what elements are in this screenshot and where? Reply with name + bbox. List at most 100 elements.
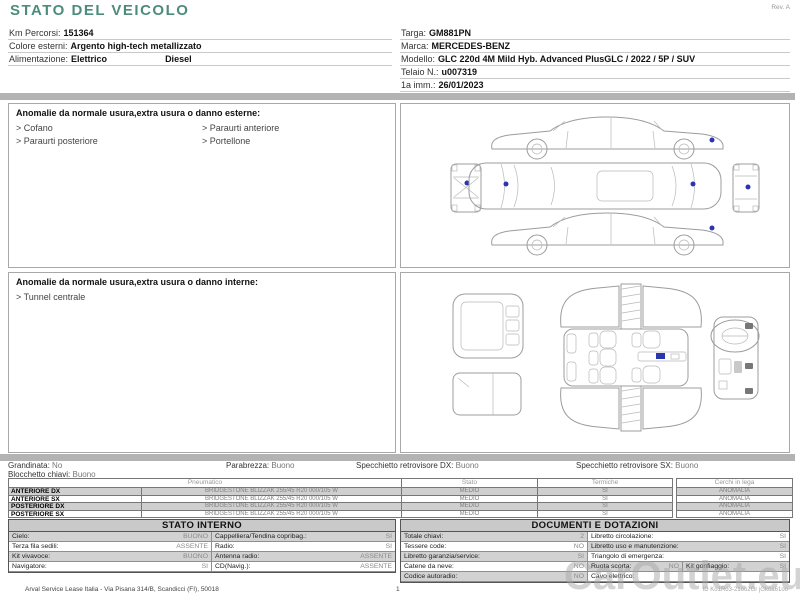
label: Terza fila sedili: — [12, 543, 59, 550]
table-row: Tessere code: NO Libretto uso e manutenzi… — [401, 542, 789, 552]
value: SI — [385, 533, 392, 540]
modello-label: Modello: — [401, 54, 436, 64]
anomalies-internal-title: Anomalie da normale usura,extra usura o … — [16, 277, 259, 287]
car-rear-view — [732, 163, 760, 213]
tire-termiche: SI — [538, 510, 673, 518]
alimentazione-value1: Elettrico — [71, 54, 108, 64]
damage-marker — [745, 184, 751, 190]
label: Catene da neve: — [404, 563, 454, 570]
cabin-seats-view — [560, 283, 702, 432]
table-row: ANTERIORE DX BRIDGESTONE BLIZZAK 255/45 … — [9, 488, 673, 496]
value: ASSENTE — [360, 553, 392, 560]
alimentazione-label: Alimentazione: — [9, 54, 69, 64]
telaio-value: u007319 — [441, 67, 478, 77]
value: BUONO — [183, 533, 208, 540]
list-item: > Tunnel centrale — [16, 292, 86, 302]
info-row-alimentazione: Alimentazione: Elettrico Diesel — [8, 53, 392, 66]
label: Totale chiavi: — [404, 533, 444, 540]
label: Tessere code: — [404, 543, 447, 550]
tire-stato: MEDIO — [402, 495, 538, 503]
separator-band-top — [0, 93, 795, 100]
tire-termiche: SI — [538, 495, 673, 503]
info-row-marca: Marca: MERCEDES-BENZ — [400, 40, 790, 53]
condition-summary-row: Grandinata: No Parabrezza: Buono Specchi… — [8, 461, 794, 479]
stato-interno-title: STATO INTERNO — [9, 520, 395, 532]
cell: Libretto garanzia/service: SI — [401, 552, 588, 562]
alimentazione-value2: Diesel — [165, 54, 192, 64]
watermark: CarOutlet.eu — [563, 554, 800, 598]
value: ASSENTE — [360, 563, 392, 570]
car-interior-diagram — [452, 283, 760, 432]
headliner-view — [452, 293, 524, 359]
parabrezza-value: Buono — [271, 461, 295, 470]
label: Codice autoradio: — [404, 573, 458, 580]
table-row: Navigatore: SI CD(Navig.): ASSENTE — [9, 562, 395, 572]
tire-termiche: SI — [538, 488, 673, 496]
value: SI — [779, 543, 786, 550]
anomalies-external-list: > Cofano > Paraurti posteriore > Paraurt… — [16, 122, 388, 148]
grandinata-item: Grandinata: No — [8, 461, 62, 470]
targa-value: GM881PN — [429, 28, 472, 38]
cell: Kit vivavoce: BUONO — [9, 552, 212, 562]
wheels-table: Cerchi in lega ANOMALIA ANOMALIA ANOMALI… — [676, 478, 793, 518]
column-header-stato: Stato — [402, 479, 538, 488]
tire-stato: MEDIO — [402, 488, 538, 496]
tire-position: POSTERIORE SX — [9, 510, 142, 518]
table-row: Kit vivavoce: BUONO Antenna radio: ASSENTE — [9, 552, 395, 562]
anomalies-external-title: Anomalie da normale usura,extra usura o … — [16, 108, 261, 118]
footer-address: Arval Service Lease Italia - Via Pisana … — [25, 586, 219, 593]
value: NO — [573, 543, 584, 550]
damage-marker — [503, 181, 509, 187]
revision-label: Rev. A — [771, 4, 790, 11]
telaio-label: Telaio N.: — [401, 67, 439, 77]
colore-value: Argento high-tech metallizzato — [70, 41, 202, 51]
cell: Cielo: BUONO — [9, 532, 212, 542]
label: Radio: — [215, 543, 235, 550]
trunk-view — [452, 372, 522, 416]
value: BUONO — [183, 553, 208, 560]
info-row-telaio: Telaio N.: u007319 — [400, 66, 790, 79]
table-row: ANOMALIA — [677, 488, 793, 496]
table-row: POSTERIORE DX BRIDGESTONE BLIZZAK 255/45… — [9, 503, 673, 511]
value: 2 — [580, 533, 584, 540]
car-top-view — [468, 162, 722, 210]
cell: Tessere code: NO — [401, 542, 588, 552]
specchietto-dx-value: Buono — [455, 461, 479, 470]
label: Kit vivavoce: — [12, 553, 51, 560]
imm-value: 26/01/2023 — [438, 80, 484, 90]
tire-description: BRIDGESTONE BLIZZAK 255/45 R20 000/105 W — [142, 503, 402, 511]
car-exterior-diagram — [450, 116, 760, 256]
table-row: Terza fila sedili: ASSENTE Radio: SI — [9, 542, 395, 552]
tire-position: POSTERIORE DX — [9, 503, 142, 511]
info-row-colore: Colore esterni: Argento high-tech metalli… — [8, 40, 392, 53]
value: SI — [201, 563, 208, 570]
damage-marker — [709, 225, 715, 231]
stato-interno-table: STATO INTERNO Cielo: BUONO Cappelliera/Te… — [8, 519, 396, 573]
info-row-immatricolazione: 1a imm.: 26/01/2023 — [400, 79, 790, 92]
specchietto-dx-item: Specchietto retrovisore DX: Buono — [356, 461, 479, 470]
cell: Antenna radio: ASSENTE — [212, 552, 395, 562]
value: SI — [385, 543, 392, 550]
table-row: ANTERIORE SX BRIDGESTONE BLIZZAK 255/45 … — [9, 495, 673, 503]
label: CD(Navig.): — [215, 563, 251, 570]
table-row: ANOMALIA — [677, 495, 793, 503]
list-item: > Paraurti posteriore — [16, 136, 98, 146]
cell: Terza fila sedili: ASSENTE — [9, 542, 212, 552]
cell: Navigatore: SI — [9, 562, 212, 572]
documenti-title: DOCUMENTI E DOTAZIONI — [401, 520, 789, 532]
specchietto-sx-item: Specchietto retrovisore SX: Buono — [576, 461, 698, 470]
damage-marker — [656, 353, 665, 359]
dashboard-view — [710, 316, 760, 400]
anomalies-internal-col1: > Tunnel centrale — [16, 291, 202, 304]
list-item: > Paraurti anteriore — [202, 123, 280, 133]
modello-value: GLC 220d 4M Mild Hyb. Advanced PlusGLC /… — [438, 54, 696, 64]
value: SI — [779, 533, 786, 540]
cell: Catene da neve: NO — [401, 562, 588, 572]
cell: Cappelliera/Tendina copribag.: SI — [212, 532, 395, 542]
list-item: > Cofano — [16, 123, 53, 133]
list-item: > Portellone — [202, 136, 251, 146]
label: Cielo: — [12, 533, 30, 540]
anomalies-internal-box: Anomalie da normale usura,extra usura o … — [8, 272, 396, 453]
targa-label: Targa: — [401, 28, 427, 38]
anomalies-external-col1: > Cofano > Paraurti posteriore — [16, 122, 202, 148]
